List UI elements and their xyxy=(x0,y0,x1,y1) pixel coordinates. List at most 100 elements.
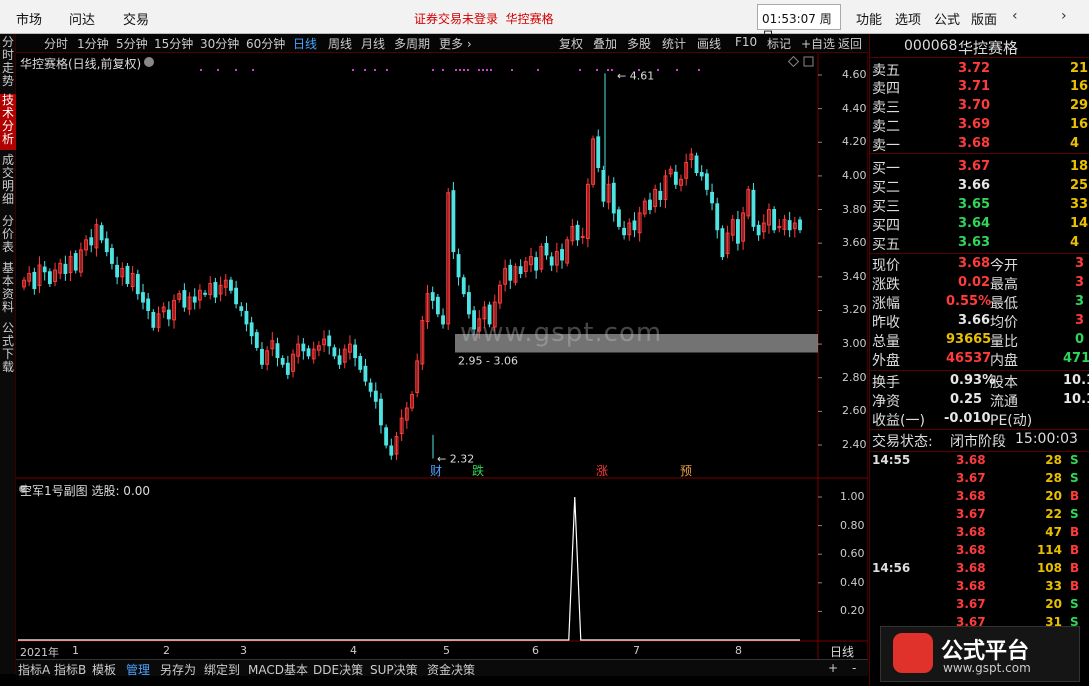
orderbook-label: 买一 xyxy=(872,161,900,177)
tick-price: 3.68 xyxy=(956,543,986,557)
signal-dot xyxy=(676,69,678,71)
signal-dot xyxy=(657,69,659,71)
candle-body xyxy=(549,256,554,266)
tab-template[interactable]: 模板 xyxy=(92,661,116,678)
candle-body xyxy=(213,282,218,298)
candle-body xyxy=(285,362,290,375)
formula-button[interactable]: 公式 xyxy=(934,9,960,28)
kline-chart-canvas[interactable]: ← 4.61 ← 2.32 2.95 - 3.06 财 跌 涨 预 xyxy=(0,0,868,659)
tick-volume: 114 xyxy=(1036,543,1062,557)
candle-body xyxy=(389,445,394,456)
candle-body xyxy=(32,271,37,290)
candle-body xyxy=(673,171,678,185)
layout-button[interactable]: 版面 xyxy=(971,9,997,28)
stat-label: 总量 xyxy=(872,334,900,350)
main-chart-bg xyxy=(16,54,868,478)
stat-value: 93665 xyxy=(946,332,992,347)
tab-sup[interactable]: SUP决策 xyxy=(370,661,418,678)
candle-body xyxy=(715,203,720,231)
orderbook-volume: 29 xyxy=(1070,98,1089,113)
tab-bind-to[interactable]: 绑定到 xyxy=(204,661,240,678)
sub-y-tick-label: 0.80 xyxy=(840,518,865,532)
tick-price: 3.68 xyxy=(956,525,986,539)
candle-body xyxy=(694,155,699,174)
orderbook-divider xyxy=(870,253,1089,254)
orderbook-price: 3.66 xyxy=(958,178,991,193)
candle-body xyxy=(787,220,792,231)
orderbook-label: 买四 xyxy=(872,218,900,234)
y-tick-label: 4.40 xyxy=(842,101,867,115)
indicator-tab-bar: 指标A 指标B 模板 管理 另存为 绑定到 MACD基本 DDE决策 SUP决策… xyxy=(16,659,868,678)
stock-code: 000068 xyxy=(904,38,958,54)
tab-manage[interactable]: 管理 xyxy=(126,661,150,678)
stat-label: 涨跌 xyxy=(872,277,900,293)
tab-dde[interactable]: DDE决策 xyxy=(313,661,363,678)
tick-side: B xyxy=(1070,561,1080,575)
stat-value: 46537 xyxy=(946,351,992,366)
signal-dot xyxy=(490,69,492,71)
quote-panel: 000068 华控赛格 卖五 3.72 21 卖四 3.71 16 卖三 3.70 29 卖二 3.… xyxy=(869,34,1089,686)
y-tick-label: 2.80 xyxy=(842,370,867,384)
tab-indicator-a[interactable]: 指标A xyxy=(18,661,50,678)
x-tick-label: 4 xyxy=(350,644,357,657)
tab-macd[interactable]: MACD基本 xyxy=(248,661,308,678)
tick-volume: 20 xyxy=(1045,597,1062,611)
orderbook-label: 卖二 xyxy=(872,119,900,135)
tab-indicator-b[interactable]: 指标B xyxy=(54,661,86,678)
y-tick-label: 3.60 xyxy=(842,236,867,250)
stat-value: 3 xyxy=(1075,275,1085,290)
candle-body xyxy=(42,266,47,273)
candle-body xyxy=(89,237,94,246)
candle-body xyxy=(182,290,187,308)
tick-price: 3.67 xyxy=(956,471,986,485)
candle-body xyxy=(244,310,249,325)
tab-save-as[interactable]: 另存为 xyxy=(160,661,196,678)
tick-side: S xyxy=(1070,453,1079,467)
sub-y-tick-label: 1.00 xyxy=(840,490,865,503)
candle-body xyxy=(379,398,383,426)
signal-dot xyxy=(459,69,461,71)
chevron-left-icon[interactable]: ‹ xyxy=(1012,8,1018,24)
signal-dot xyxy=(611,69,613,71)
candle-body xyxy=(772,209,777,231)
options-button[interactable]: 选项 xyxy=(895,9,921,28)
candle-body xyxy=(704,173,709,190)
stat-value: 3 xyxy=(1075,294,1085,309)
stat-label: 涨幅 xyxy=(872,296,900,312)
candle-body xyxy=(617,209,621,227)
tick-time: 14:56 xyxy=(872,561,911,575)
signal-dot xyxy=(442,69,444,71)
tick-time: 14:55 xyxy=(872,453,911,467)
signal-dot xyxy=(374,69,376,71)
orderbook-divider xyxy=(870,153,1089,154)
tick-side: S xyxy=(1070,597,1079,611)
orderbook-price: 3.64 xyxy=(958,216,991,231)
tick-price: 3.68 xyxy=(956,489,986,503)
orderbook-label: 卖一 xyxy=(872,138,900,154)
x-tick-label: 7 xyxy=(633,644,640,657)
candle-body xyxy=(353,344,358,359)
candle-body xyxy=(466,292,471,315)
candle-body xyxy=(368,382,373,392)
signal-dot xyxy=(607,69,609,71)
candle-body xyxy=(306,348,311,357)
logo-url: www.gspt.com xyxy=(943,661,1031,675)
tab-fund[interactable]: 资金决策 xyxy=(427,661,475,678)
candle-body xyxy=(756,224,761,236)
zoom-out-button[interactable]: - xyxy=(852,661,856,675)
chevron-right-icon[interactable]: › xyxy=(1061,8,1067,24)
zoom-in-button[interactable]: + xyxy=(828,661,838,675)
stats-divider xyxy=(870,370,1089,371)
candle-body xyxy=(104,238,109,253)
candle-body xyxy=(110,248,114,264)
signal-dot xyxy=(698,69,700,71)
signal-dot xyxy=(432,69,434,71)
tick-price: 3.68 xyxy=(956,579,986,593)
candle-body xyxy=(192,296,197,303)
candle-body xyxy=(648,199,652,211)
candle-body xyxy=(508,264,513,281)
candle-body xyxy=(280,358,285,365)
x-tick-label: 1 xyxy=(72,644,79,657)
stat-label: 外盘 xyxy=(872,353,900,369)
stat-value: 0.02 xyxy=(958,275,991,290)
